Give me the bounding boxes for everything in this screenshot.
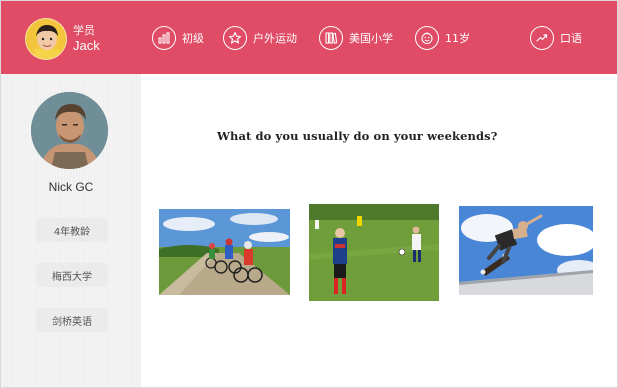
tag-interest: 户外运动 [223, 25, 297, 51]
teacher-sidebar: Nick GC 4年教龄 梅西大学 剑桥英语 [1, 74, 141, 387]
answer-option-cycling[interactable] [159, 209, 290, 295]
student-profile[interactable]: 学员 Jack [25, 17, 100, 61]
tag-age: 11岁 [415, 25, 470, 51]
tag-age-label: 11岁 [445, 32, 470, 45]
trend-up-icon [530, 26, 554, 50]
bar-chart-icon [152, 26, 176, 50]
chip-university: 梅西大学 [36, 263, 108, 287]
tag-level: 初级 [152, 25, 204, 51]
books-icon [319, 26, 343, 50]
question-text: What do you usually do on your weekends? [217, 129, 498, 143]
tag-skill-label: 口语 [560, 32, 582, 45]
tag-interest-label: 户外运动 [253, 32, 297, 45]
student-avatar [25, 18, 67, 60]
star-icon [223, 26, 247, 50]
cycling-photo [159, 209, 290, 295]
answer-option-soccer[interactable] [309, 204, 439, 301]
student-name: Jack [73, 37, 100, 53]
answer-option-skateboard[interactable] [459, 206, 593, 295]
smiley-face-icon [415, 26, 439, 50]
app-window: 学员 Jack 初级 户外运动 美国小学 11岁 口语 Nick GC 4年教龄… [0, 0, 618, 388]
tag-school-label: 美国小学 [349, 32, 393, 45]
soccer-photo [309, 204, 439, 301]
chip-teaching-years: 4年教龄 [36, 218, 108, 242]
tag-school: 美国小学 [319, 25, 393, 51]
teacher-avatar[interactable] [31, 92, 108, 169]
header-bar: 学员 Jack 初级 户外运动 美国小学 11岁 口语 [1, 1, 617, 74]
skateboard-photo [459, 206, 593, 295]
tag-skill: 口语 [530, 25, 582, 51]
chip-certificate: 剑桥英语 [36, 308, 108, 332]
student-role-label: 学员 [73, 24, 95, 37]
teacher-name: Nick GC [48, 180, 94, 194]
tag-level-label: 初级 [182, 32, 204, 45]
